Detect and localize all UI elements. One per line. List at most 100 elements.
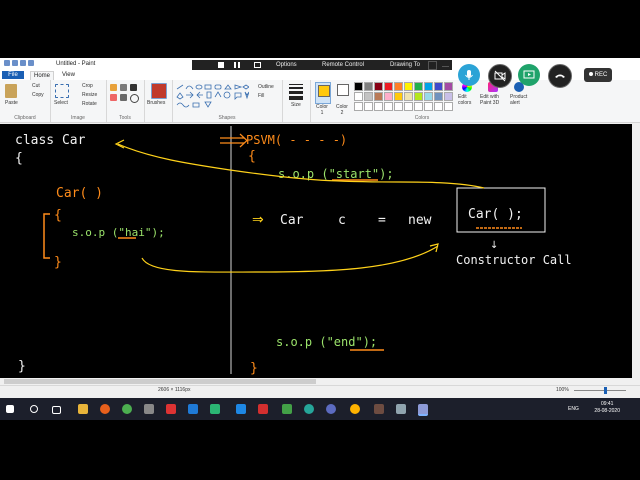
share-button[interactable] (518, 64, 540, 86)
palette-swatch[interactable] (354, 82, 363, 91)
minimize-icon[interactable] (442, 66, 449, 67)
resize-button[interactable]: Resize (82, 92, 97, 98)
palette-swatch[interactable] (424, 92, 433, 101)
paste-icon[interactable] (5, 84, 17, 98)
color1-selector[interactable] (315, 82, 331, 104)
options-menu[interactable]: Options (276, 61, 297, 69)
paste-label[interactable]: Paste (5, 100, 18, 106)
horizontal-scrollbar[interactable] (0, 378, 632, 385)
size-icon[interactable] (289, 84, 303, 100)
zoom-slider-thumb[interactable] (604, 387, 607, 394)
select-icon[interactable] (55, 84, 69, 98)
palette-swatch[interactable] (374, 82, 383, 91)
rotate-button[interactable]: Rotate (82, 101, 97, 107)
palette-swatch[interactable] (354, 92, 363, 101)
drawing-canvas[interactable]: class Car { Car( ) { s.o.p ("hai"); } PS… (0, 124, 632, 378)
horizontal-scroll-thumb[interactable] (4, 379, 316, 384)
fill-icon[interactable] (120, 84, 127, 91)
file-explorer-icon[interactable] (78, 404, 88, 414)
copy-button[interactable]: Copy (32, 92, 44, 98)
product-alert-button[interactable]: Product alert (510, 94, 530, 106)
text-icon[interactable] (130, 84, 137, 91)
cut-button[interactable]: Cut (32, 83, 40, 89)
palette-swatch[interactable] (404, 82, 413, 91)
color-picker-icon[interactable] (120, 94, 127, 101)
palette-swatch[interactable] (414, 92, 423, 101)
palette-swatch[interactable] (394, 82, 403, 91)
edit-colors-button[interactable]: Edit colors (458, 94, 476, 106)
palette-swatch-empty[interactable] (404, 102, 413, 111)
palette-swatch-empty[interactable] (394, 102, 403, 111)
app-icon-4[interactable] (236, 404, 246, 414)
window-restore-icon[interactable] (620, 72, 628, 80)
tab-file[interactable]: File (2, 71, 24, 79)
palette-swatch[interactable] (424, 82, 433, 91)
palette-swatch[interactable] (374, 92, 383, 101)
monitor-icon[interactable] (254, 62, 261, 68)
eraser-icon[interactable] (110, 94, 117, 101)
palette-swatch[interactable] (434, 82, 443, 91)
app-icon-7[interactable] (304, 404, 314, 414)
palette-swatch[interactable] (384, 82, 393, 91)
zoom-slider[interactable] (574, 387, 626, 394)
palette-swatch-empty[interactable] (364, 102, 373, 111)
palette-swatch-empty[interactable] (444, 102, 453, 111)
app-icon-6[interactable] (282, 404, 292, 414)
task-view-icon[interactable] (52, 406, 61, 414)
app-icon-3[interactable] (210, 404, 220, 414)
palette-swatch[interactable] (434, 92, 443, 101)
close-icon[interactable]: ✕ (632, 70, 639, 78)
palette-swatch-empty[interactable] (354, 102, 363, 111)
app-icon-2[interactable] (166, 404, 176, 414)
fill-button[interactable]: Fill (258, 93, 264, 99)
crop-button[interactable]: Crop (82, 83, 93, 89)
tab-home[interactable]: Home (30, 71, 55, 80)
palette-swatch-empty[interactable] (424, 102, 433, 111)
color2-swatch[interactable] (337, 84, 349, 96)
palette-swatch[interactable] (404, 92, 413, 101)
brush-icon[interactable] (151, 83, 167, 99)
mic-toggle-button[interactable] (458, 64, 480, 86)
tab-view[interactable]: View (62, 71, 75, 79)
pencil-icon[interactable] (110, 84, 117, 91)
palette-swatch[interactable] (444, 92, 453, 101)
select-label[interactable]: Select (54, 100, 68, 106)
palette-swatch[interactable] (444, 82, 453, 91)
drawing-tools-menu[interactable]: Drawing To (390, 61, 420, 69)
video-toggle-button[interactable] (488, 64, 512, 88)
shapes-gallery[interactable] (175, 83, 249, 109)
palette-swatch[interactable] (384, 92, 393, 101)
app-icon-9[interactable] (350, 404, 360, 414)
chrome-icon[interactable] (122, 404, 132, 414)
outline-button[interactable]: Outline (258, 84, 274, 90)
palette-swatch-empty[interactable] (414, 102, 423, 111)
vertical-scrollbar[interactable] (632, 124, 640, 378)
remote-control-menu[interactable]: Remote Control (322, 61, 364, 69)
paint-taskbar-icon[interactable] (418, 404, 428, 416)
app-icon-11[interactable] (396, 404, 406, 414)
search-icon[interactable] (30, 405, 38, 413)
app-icon-8[interactable] (326, 404, 336, 414)
stop-icon[interactable] (218, 62, 224, 68)
edit-with-paint3d-button[interactable]: Edit with Paint 3D (480, 94, 506, 106)
palette-swatch-empty[interactable] (374, 102, 383, 111)
language-indicator[interactable]: ENG (568, 406, 579, 412)
app-icon-5[interactable] (258, 404, 268, 414)
system-clock[interactable]: 09:41 28-08-2020 (594, 401, 620, 415)
palette-swatch-empty[interactable] (434, 102, 443, 111)
size-label[interactable]: Size (291, 102, 301, 108)
quick-access-toolbar[interactable] (4, 60, 44, 68)
windows-start-icon[interactable] (6, 405, 14, 413)
brushes-label[interactable]: Brushes (147, 100, 165, 106)
palette-swatch[interactable] (394, 92, 403, 101)
vscode-icon[interactable] (188, 404, 198, 414)
palette-swatch-empty[interactable] (384, 102, 393, 111)
palette-swatch[interactable] (364, 92, 373, 101)
fullscreen-icon[interactable] (428, 61, 437, 70)
palette-swatch[interactable] (414, 82, 423, 91)
recording-badge[interactable]: REC (584, 68, 612, 82)
firefox-icon[interactable] (100, 404, 110, 414)
magnifier-icon[interactable] (130, 94, 139, 103)
pause-icon[interactable] (234, 62, 240, 68)
app-icon-1[interactable] (144, 404, 154, 414)
